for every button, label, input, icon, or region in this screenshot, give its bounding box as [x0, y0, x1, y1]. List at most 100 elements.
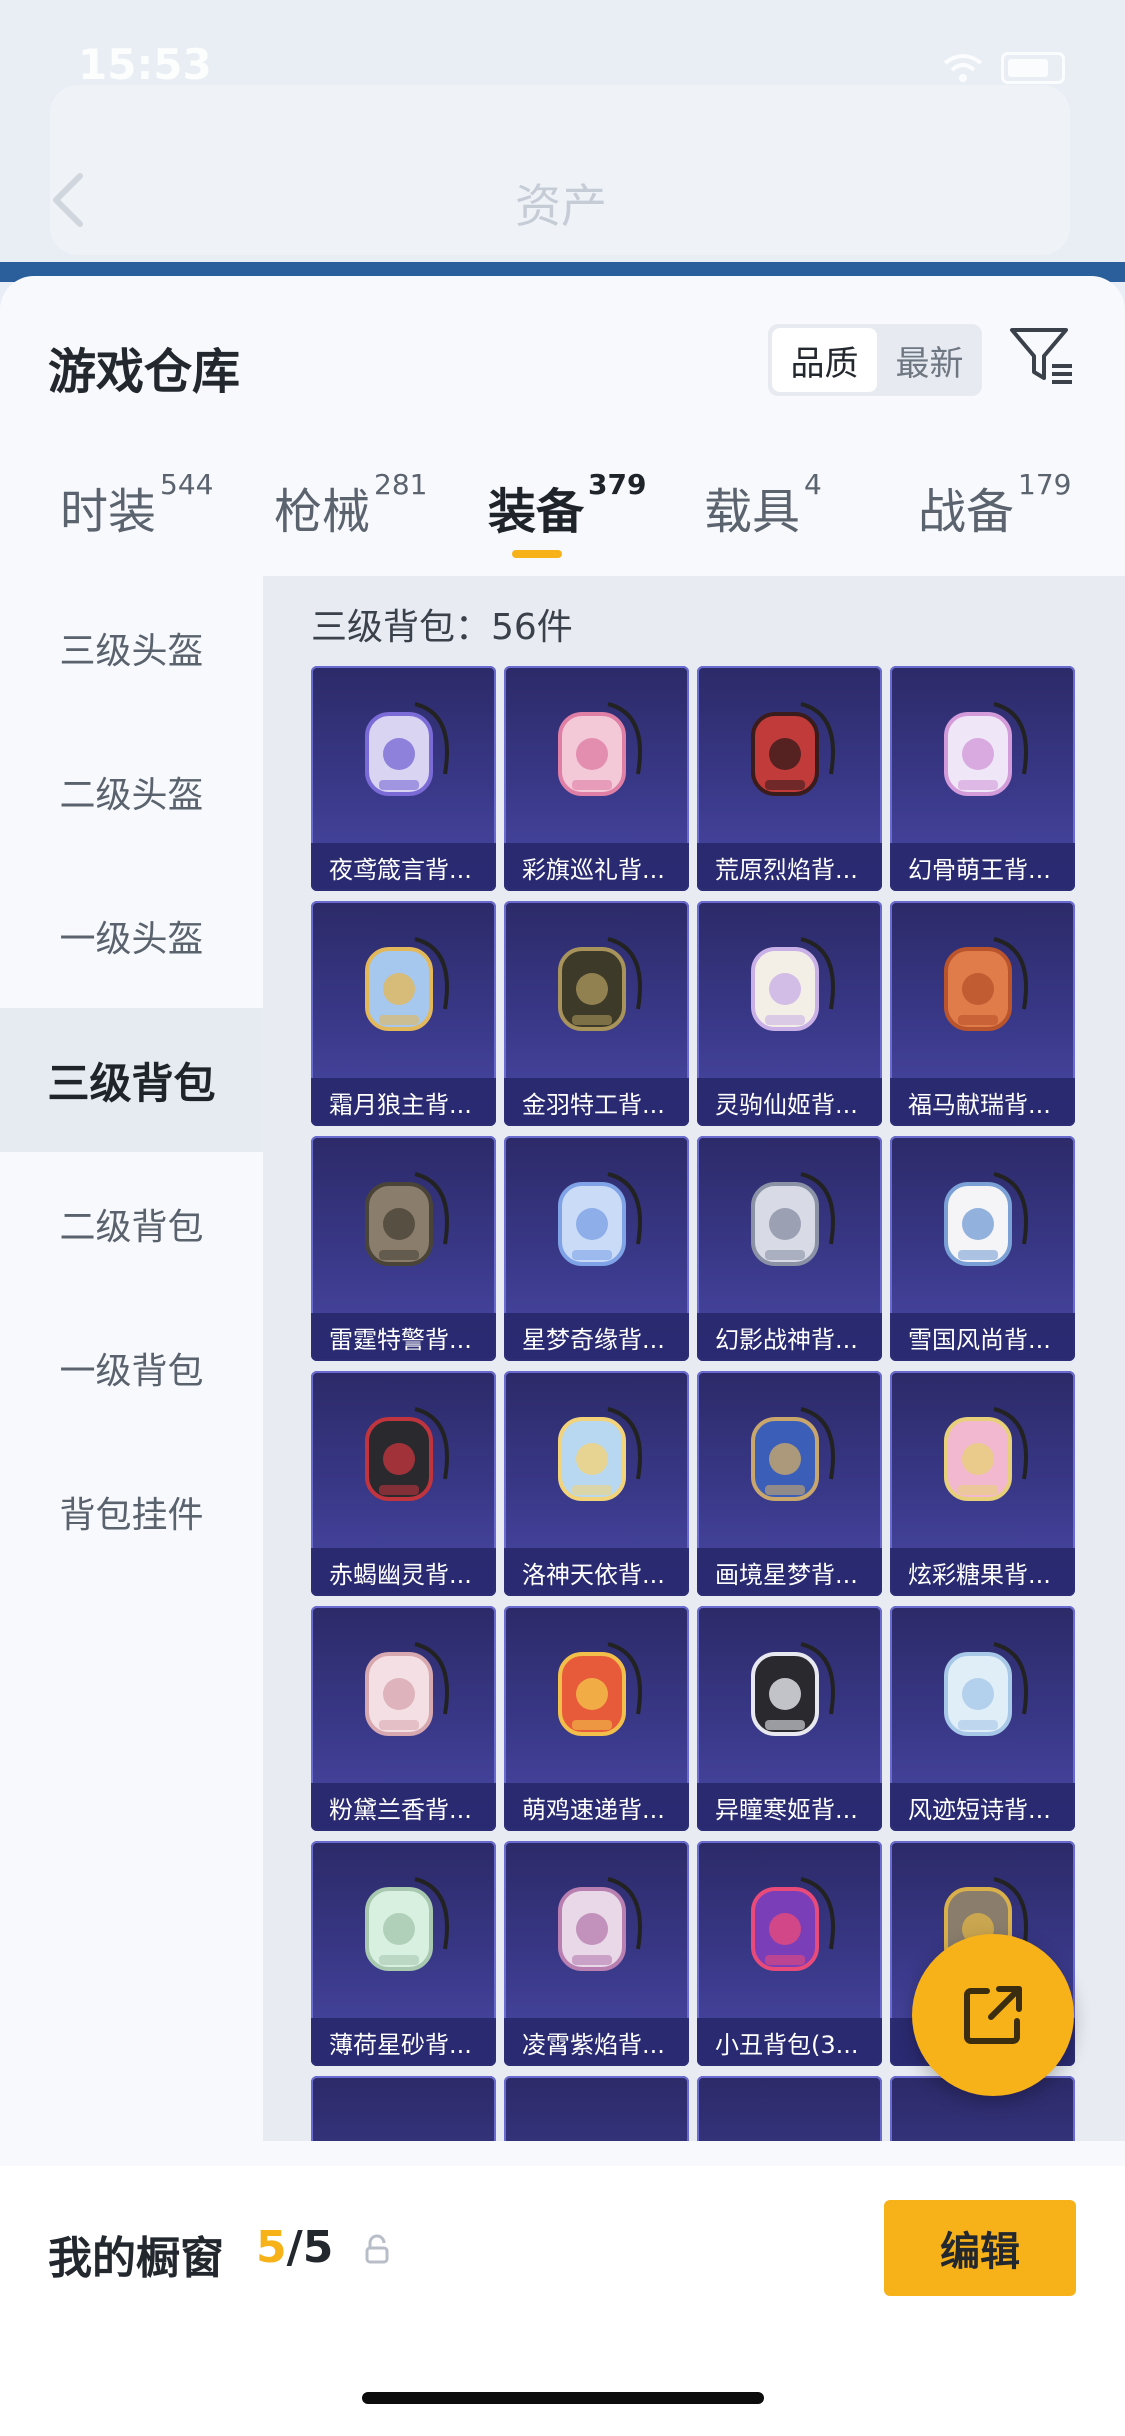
tab-fashion[interactable]: 时装 544 — [60, 468, 213, 542]
category-tabs: 时装 544 枪械 281 装备 379 载具 4 战备 179 — [0, 468, 1125, 562]
item-card[interactable]: 赤蝎幽灵背... — [311, 1371, 496, 1596]
sidebar-item-backpack-1[interactable]: 一级背包 — [0, 1296, 263, 1440]
item-name: 彩旗巡礼背... — [504, 843, 689, 891]
backpack-icon — [558, 1877, 642, 1971]
sidebar-item-helmet-1[interactable]: 一级头盔 — [0, 864, 263, 1008]
item-grid-panel[interactable]: 三级背包：56件 夜鸢箴言背... 彩旗巡礼背... 荒原烈焰背... 幻骨萌王背..… — [263, 576, 1125, 2141]
background-title: 资产 — [515, 179, 607, 233]
item-name: 洛神天依背... — [504, 1548, 689, 1596]
item-name: 画境星梦背... — [697, 1548, 882, 1596]
item-card-partial[interactable] — [504, 2076, 689, 2141]
backpack-icon — [365, 1407, 449, 1501]
backpack-icon — [944, 702, 1028, 796]
home-indicator — [362, 2392, 764, 2404]
item-name: 赤蝎幽灵背... — [311, 1548, 496, 1596]
item-card[interactable]: 洛神天依背... — [504, 1371, 689, 1596]
backpack-icon — [751, 1172, 835, 1266]
item-card[interactable]: 雪国风尚背... — [890, 1136, 1075, 1361]
item-card[interactable]: 风迹短诗背... — [890, 1606, 1075, 1831]
backpack-icon — [751, 937, 835, 1031]
item-card[interactable]: 薄荷星砂背... — [311, 1841, 496, 2066]
item-card[interactable]: 粉黛兰香背... — [311, 1606, 496, 1831]
tab-count: 179 — [1018, 468, 1072, 501]
back-arrow-icon[interactable] — [48, 170, 88, 230]
item-card[interactable]: 荒原烈焰背... — [697, 666, 882, 891]
sheet-title: 游戏仓库 — [48, 344, 241, 400]
showcase-count: 5/5 — [256, 2222, 334, 2273]
backpack-icon — [558, 1642, 642, 1736]
sidebar-item-backpack-2[interactable]: 二级背包 — [0, 1152, 263, 1296]
backpack-icon — [751, 1877, 835, 1971]
item-card[interactable]: 灵驹仙姬背... — [697, 901, 882, 1126]
item-card[interactable]: 画境星梦背... — [697, 1371, 882, 1596]
filter-icon[interactable] — [1008, 324, 1076, 388]
tab-count: 281 — [374, 468, 428, 501]
lock-icon — [365, 2234, 389, 2264]
subcategory-sidebar: 三级头盔 二级头盔 一级头盔 三级背包 二级背包 一级背包 背包挂件 — [0, 576, 263, 2176]
sort-quality-button[interactable]: 品质 — [772, 328, 877, 392]
backpack-icon — [751, 1407, 835, 1501]
tab-vehicles[interactable]: 载具 4 — [704, 468, 822, 542]
item-card[interactable]: 幻影战神背... — [697, 1136, 882, 1361]
item-card[interactable]: 幻骨萌王背... — [890, 666, 1075, 891]
tab-equipment[interactable]: 装备 379 — [488, 468, 646, 542]
edit-button[interactable]: 编辑 — [884, 2200, 1076, 2296]
backpack-icon — [944, 1172, 1028, 1266]
sidebar-item-helmet-2[interactable]: 二级头盔 — [0, 720, 263, 864]
item-card[interactable]: 福马献瑞背... — [890, 901, 1075, 1126]
item-card-partial[interactable] — [697, 2076, 882, 2141]
item-card[interactable]: 夜鸢箴言背... — [311, 666, 496, 891]
item-name: 幻影战神背... — [697, 1313, 882, 1361]
sidebar-item-backpack-3[interactable]: 三级背包 — [0, 1008, 263, 1152]
item-card[interactable]: 金羽特工背... — [504, 901, 689, 1126]
status-time: 15:53 — [78, 40, 212, 89]
item-card[interactable]: 萌鸡速递背... — [504, 1606, 689, 1831]
backpack-icon — [365, 1642, 449, 1736]
tab-supplies[interactable]: 战备 179 — [918, 468, 1071, 542]
backpack-icon — [365, 1172, 449, 1266]
sidebar-item-pendant[interactable]: 背包挂件 — [0, 1440, 263, 1584]
item-card[interactable]: 霜月狼主背... — [311, 901, 496, 1126]
backpack-icon — [944, 937, 1028, 1031]
backpack-icon — [365, 702, 449, 796]
item-card[interactable]: 凌霄紫焰背... — [504, 1841, 689, 2066]
sidebar-item-helmet-3[interactable]: 三级头盔 — [0, 576, 263, 720]
item-card[interactable]: 小丑背包(3... — [697, 1841, 882, 2066]
item-card[interactable]: 炫彩糖果背... — [890, 1371, 1075, 1596]
backpack-icon — [365, 937, 449, 1031]
backpack-icon — [751, 1642, 835, 1736]
showcase-label: 我的橱窗 — [48, 2233, 224, 2284]
backpack-icon — [558, 702, 642, 796]
share-button[interactable] — [912, 1934, 1074, 2096]
active-tab-indicator — [512, 550, 562, 558]
item-name: 薄荷星砂背... — [311, 2018, 496, 2066]
item-name: 风迹短诗背... — [890, 1783, 1075, 1831]
item-card[interactable]: 彩旗巡礼背... — [504, 666, 689, 891]
tab-count: 4 — [804, 468, 822, 501]
item-name: 福马献瑞背... — [890, 1078, 1075, 1126]
item-name: 萌鸡速递背... — [504, 1783, 689, 1831]
item-card[interactable]: 星梦奇缘背... — [504, 1136, 689, 1361]
item-name: 粉黛兰香背... — [311, 1783, 496, 1831]
item-name: 金羽特工背... — [504, 1078, 689, 1126]
share-icon — [964, 1986, 1022, 2044]
item-name: 雷霆特警背... — [311, 1313, 496, 1361]
backpack-icon — [944, 1407, 1028, 1501]
item-card[interactable]: 异瞳寒姬背... — [697, 1606, 882, 1831]
item-name: 炫彩糖果背... — [890, 1548, 1075, 1596]
warehouse-sheet: 游戏仓库 品质 最新 时装 544 枪械 281 装备 379 载具 4 战备 179 三… — [0, 276, 1125, 2436]
item-card-partial[interactable] — [311, 2076, 496, 2141]
item-count-label: 三级背包：56件 — [311, 607, 573, 648]
tab-weapons[interactable]: 枪械 281 — [274, 468, 427, 542]
status-icons — [943, 52, 1065, 84]
battery-icon — [1001, 52, 1065, 84]
item-grid: 夜鸢箴言背... 彩旗巡礼背... 荒原烈焰背... 幻骨萌王背... 霜月狼主背...… — [311, 666, 1075, 2141]
backpack-icon — [944, 1642, 1028, 1736]
item-name: 荒原烈焰背... — [697, 843, 882, 891]
backpack-icon — [365, 1877, 449, 1971]
sort-toggle: 品质 最新 — [768, 324, 982, 396]
item-name: 小丑背包(3... — [697, 2018, 882, 2066]
item-card[interactable]: 雷霆特警背... — [311, 1136, 496, 1361]
sort-newest-button[interactable]: 最新 — [877, 328, 982, 392]
item-name: 灵驹仙姬背... — [697, 1078, 882, 1126]
